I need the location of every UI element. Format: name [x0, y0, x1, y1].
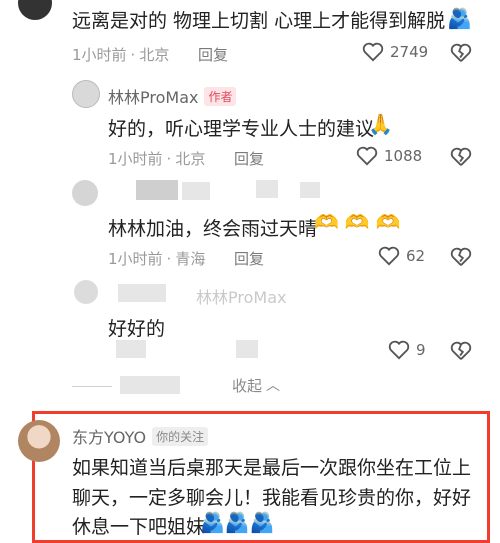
- dislike-broken-heart-icon[interactable]: [450, 341, 472, 361]
- blurred-meta: [116, 340, 146, 358]
- faded-author-name: 林林ProMax: [196, 288, 287, 307]
- divider-line: [72, 386, 112, 387]
- comment-time: 1小时前: [72, 46, 127, 64]
- comment-text: 好的，听心理学专业人士的建议: [108, 118, 375, 140]
- blurred-meta: [236, 340, 258, 358]
- blurred-username: [118, 284, 166, 302]
- comment-text: 好好的: [108, 318, 166, 340]
- heart-icon: [378, 246, 400, 266]
- avatar[interactable]: [72, 80, 100, 108]
- comment-location: 北京: [139, 46, 170, 64]
- emoji-heart-hands-icon: 🫶🫶🫶: [314, 210, 407, 234]
- comment-location: 北京: [175, 150, 206, 168]
- author-badge: 作者: [204, 86, 237, 106]
- comment-text: 林林加油，终会雨过天晴: [108, 218, 318, 240]
- avatar[interactable]: [18, 420, 60, 462]
- blurred-username: [136, 180, 178, 200]
- comment-text-line-1: 如果知道当后桌那天是最后一次跟你坐在工位上: [72, 457, 472, 479]
- heart-icon: [356, 146, 378, 166]
- reply-button[interactable]: 回复: [234, 248, 264, 269]
- highlight-header: 东方YOYO 你的关注: [72, 424, 209, 448]
- author-name[interactable]: 林林ProMax: [108, 84, 198, 108]
- blurred-expand-text: [120, 376, 180, 394]
- emoji-hug-icon: 🫂🫂🫂: [200, 510, 275, 534]
- like-count: 1088: [384, 147, 423, 165]
- like-count: 9: [416, 341, 426, 359]
- comment-time: 1小时前: [108, 150, 163, 168]
- reply-button[interactable]: 回复: [198, 44, 228, 65]
- comment-text: 远离是对的 物理上切割 心理上才能得到解脱: [72, 10, 446, 32]
- like-count: 62: [406, 247, 426, 265]
- comment-text-line-3: 休息一下吧姐妹: [72, 516, 206, 538]
- collapse-button[interactable]: 收起: [232, 375, 262, 396]
- avatar[interactable]: [72, 180, 98, 206]
- like-button[interactable]: 62: [378, 246, 425, 266]
- dislike-broken-heart-icon[interactable]: [450, 247, 472, 267]
- dislike-broken-heart-icon[interactable]: [450, 43, 472, 63]
- blurred-username: [182, 182, 210, 200]
- heart-icon: [388, 340, 410, 360]
- following-badge: 你的关注: [152, 426, 209, 446]
- like-button[interactable]: 9: [388, 340, 426, 360]
- emoji-prayer-icon: 🙏: [368, 112, 393, 136]
- author-row: 林林ProMax 作者: [108, 84, 237, 108]
- avatar[interactable]: [18, 0, 52, 20]
- emoji-hug-icon: 🫂: [447, 6, 472, 30]
- comment-time: 1小时前: [108, 250, 163, 268]
- comment-meta: 1小时前 · 北京: [108, 150, 206, 168]
- comment-location: 青海: [175, 250, 206, 268]
- like-button[interactable]: 2749: [362, 42, 428, 62]
- avatar[interactable]: [74, 280, 98, 304]
- comment-meta: 1小时前 · 北京: [72, 46, 170, 64]
- comment-meta: 1小时前 · 青海: [108, 250, 206, 268]
- heart-icon: [362, 42, 384, 62]
- like-button[interactable]: 1088: [356, 146, 422, 166]
- blurred-username: [256, 180, 278, 198]
- comment-text-line-2: 聊天，一定多聊会儿！我能看见珍贵的你，好好: [72, 487, 472, 509]
- like-count: 2749: [390, 43, 429, 61]
- blurred-username: [300, 182, 320, 198]
- reply-button[interactable]: 回复: [234, 148, 264, 169]
- dislike-broken-heart-icon[interactable]: [450, 147, 472, 167]
- user-name[interactable]: 东方YOYO: [72, 424, 146, 448]
- chevron-up-icon: ︿: [266, 378, 280, 394]
